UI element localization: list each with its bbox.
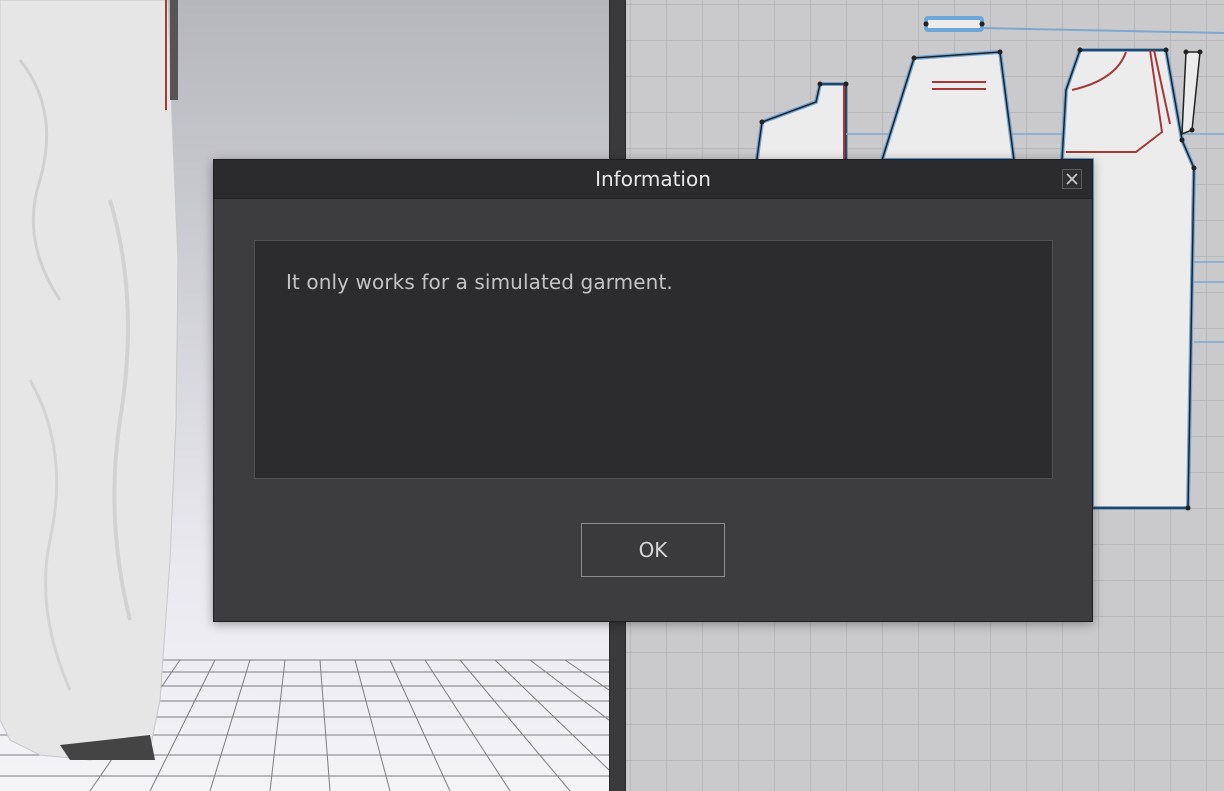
- message-text: It only works for a simulated garment.: [286, 270, 673, 294]
- close-icon: [1066, 173, 1078, 185]
- message-box: It only works for a simulated garment.: [254, 240, 1053, 479]
- dialog-title: Information: [595, 167, 711, 191]
- information-dialog: Information It only works for a simulate…: [213, 159, 1093, 622]
- dialog-titlebar[interactable]: Information: [214, 160, 1092, 199]
- garment-leg: [0, 0, 179, 761]
- close-button[interactable]: [1062, 169, 1082, 189]
- app-window: Information It only works for a simulate…: [0, 0, 1224, 791]
- ok-button[interactable]: OK: [581, 523, 725, 577]
